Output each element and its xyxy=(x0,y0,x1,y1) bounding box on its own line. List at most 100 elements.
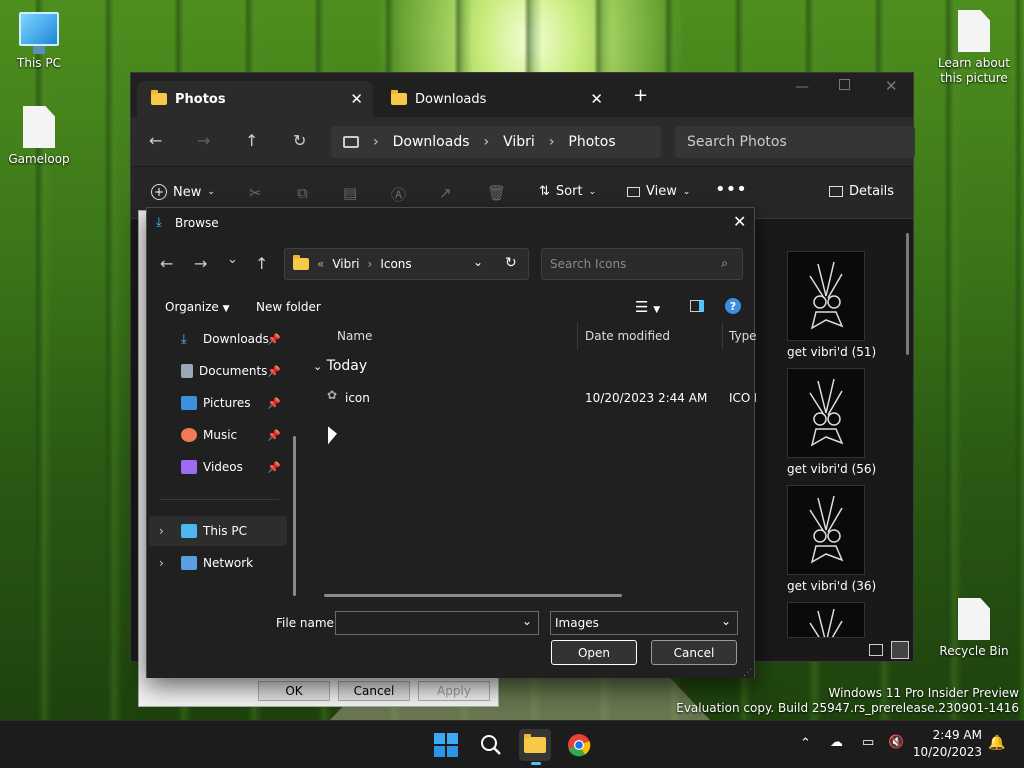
new-button[interactable]: + New ⌄ xyxy=(151,184,215,200)
pin-icon: 📌 xyxy=(267,364,281,378)
tab-downloads[interactable]: Downloads ✕ xyxy=(377,81,613,117)
resize-grip-icon[interactable]: ⋰ xyxy=(743,668,752,678)
start-button[interactable] xyxy=(430,729,462,761)
nav-item-music[interactable]: Music 📌 xyxy=(149,420,287,450)
new-tab-icon[interactable]: + xyxy=(633,85,648,106)
tab-photos[interactable]: Photos ✕ xyxy=(137,81,373,117)
copy-icon[interactable]: ⧉ xyxy=(297,184,308,202)
view-button[interactable]: View ⌄ xyxy=(627,184,690,199)
group-header-today[interactable]: ⌄ Today xyxy=(313,358,367,374)
show-hidden-icons-chevron[interactable]: ⌃ xyxy=(800,736,811,751)
browse-search-input[interactable]: Search Icons ⌕ xyxy=(541,248,743,280)
nav-pane-scrollbar[interactable] xyxy=(293,436,296,596)
nav-item-pictures[interactable]: Pictures 📌 xyxy=(149,388,287,418)
help-icon[interactable]: ? xyxy=(725,298,741,314)
file-type-filter-select[interactable]: Images ⌄ xyxy=(550,611,738,635)
refresh-icon[interactable]: ↻ xyxy=(293,131,306,150)
clock[interactable]: 2:49 AM 10/20/2023 xyxy=(913,727,982,761)
forward-arrow-icon[interactable]: → xyxy=(194,254,207,273)
thumbnail-item[interactable]: get vibri'd (51) xyxy=(787,251,876,359)
organize-button[interactable]: Organize ▼ xyxy=(165,300,230,314)
chevron-down-icon[interactable]: ⌄ xyxy=(522,614,532,628)
rabbit-image-thumbnail[interactable] xyxy=(787,602,865,638)
chevron-right-icon[interactable]: › xyxy=(159,556,164,570)
back-arrow-icon[interactable]: ← xyxy=(160,254,173,273)
onedrive-icon[interactable]: ☁ xyxy=(830,735,843,750)
close-window-icon[interactable]: ✕ xyxy=(885,77,898,95)
column-divider[interactable] xyxy=(577,322,578,350)
back-arrow-icon[interactable]: ← xyxy=(149,131,162,150)
cut-icon[interactable]: ✂ xyxy=(249,184,262,202)
nav-item-network[interactable]: › Network xyxy=(149,548,287,578)
column-header-date[interactable]: Date modified xyxy=(585,329,670,343)
list-view-toggle-icon[interactable] xyxy=(869,644,883,656)
notification-bell-icon[interactable]: 🔔 xyxy=(988,735,1005,751)
breadcrumb[interactable]: › Downloads › Vibri › Photos xyxy=(331,126,661,158)
minimize-icon[interactable]: — xyxy=(795,79,809,95)
ok-button[interactable]: OK xyxy=(258,681,330,701)
column-header-type[interactable]: Type xyxy=(729,329,757,343)
address-part[interactable]: Vibri xyxy=(332,257,359,271)
up-arrow-icon[interactable]: ↑ xyxy=(245,131,258,150)
new-button-label: New xyxy=(173,184,202,200)
nav-item-downloads[interactable]: ⤓ Downloads 📌 xyxy=(149,324,287,354)
desktop-icon-learn-picture[interactable]: Learn about this picture xyxy=(936,10,1012,86)
share-icon[interactable]: ↗ xyxy=(439,184,452,202)
desktop-icon-this-pc[interactable]: This PC xyxy=(1,12,77,70)
thumbnail-view-toggle-icon[interactable] xyxy=(891,641,909,659)
desktop-icon-gameloop[interactable]: Gameloop xyxy=(1,106,77,166)
address-part[interactable]: Icons xyxy=(380,257,411,271)
file-row[interactable]: ✿ icon 10/20/2023 2:44 AM ICO F xyxy=(325,388,756,410)
view-menu-icon[interactable]: ☰ ▼ xyxy=(635,298,660,316)
details-button[interactable]: Details xyxy=(829,184,894,199)
preview-pane-icon[interactable] xyxy=(690,300,704,312)
folder-icon xyxy=(151,90,167,105)
close-tab-icon[interactable]: ✕ xyxy=(350,90,363,108)
recent-locations-chevron-icon[interactable]: ⌄ xyxy=(227,252,238,267)
close-tab-icon[interactable]: ✕ xyxy=(590,90,603,108)
more-options-icon[interactable]: ••• xyxy=(715,179,747,200)
chevron-right-icon[interactable]: › xyxy=(159,524,164,538)
breadcrumb-item[interactable]: Vibri xyxy=(503,134,535,150)
file-explorer-taskbar-button[interactable] xyxy=(519,729,551,765)
apply-button[interactable]: Apply xyxy=(418,681,490,701)
build-watermark: Windows 11 Pro Insider Preview Evaluatio… xyxy=(676,686,1019,716)
close-dialog-icon[interactable]: ✕ xyxy=(733,212,746,231)
cancel-button[interactable]: Cancel xyxy=(338,681,410,701)
explorer-scrollbar[interactable] xyxy=(906,233,909,355)
nav-item-videos[interactable]: Videos 📌 xyxy=(149,452,287,482)
column-header-name[interactable]: Name xyxy=(337,329,372,343)
browse-nav-bar: ← → ⌄ ↑ « Vibri › Icons ⌄ ↻ Search Icons… xyxy=(147,238,754,288)
browse-address-bar[interactable]: « Vibri › Icons ⌄ ↻ xyxy=(284,248,529,280)
breadcrumb-item[interactable]: Downloads xyxy=(393,134,470,150)
nav-item-label: Pictures xyxy=(203,396,251,410)
forward-arrow-icon[interactable]: → xyxy=(197,131,210,150)
maximize-icon[interactable] xyxy=(839,79,850,90)
breadcrumb-item[interactable]: Photos xyxy=(568,134,615,150)
chrome-taskbar-button[interactable] xyxy=(563,729,595,761)
network-status-icon[interactable]: ▭ xyxy=(862,735,874,750)
thumbnail-item[interactable]: get vibri'd (56) xyxy=(787,368,876,476)
new-folder-button[interactable]: New folder xyxy=(256,300,321,314)
desktop-icon-recycle-bin[interactable]: Recycle Bin xyxy=(936,598,1012,658)
open-button[interactable]: Open xyxy=(551,640,637,665)
column-divider[interactable] xyxy=(722,322,723,350)
file-name-input[interactable]: ⌄ xyxy=(335,611,539,635)
volume-muted-icon[interactable]: 🔇 xyxy=(888,735,904,750)
address-dropdown-icon[interactable]: ⌄ xyxy=(473,255,483,269)
nav-item-this-pc[interactable]: › This PC xyxy=(149,516,287,546)
caret-down-icon: ▼ xyxy=(222,304,230,314)
delete-icon[interactable]: 🗑 xyxy=(487,184,506,202)
search-button[interactable] xyxy=(475,729,507,761)
paste-icon[interactable]: ▤ xyxy=(343,184,357,202)
cancel-button[interactable]: Cancel xyxy=(651,640,737,665)
file-list-horizontal-scrollbar[interactable] xyxy=(324,594,622,597)
nav-item-documents[interactable]: Documents 📌 xyxy=(149,356,287,386)
explorer-search-input[interactable]: Search Photos xyxy=(675,126,915,158)
thumbnail-item[interactable]: get vibri'd (36) xyxy=(787,485,876,593)
sort-button[interactable]: ⇅ Sort ⌄ xyxy=(539,184,596,199)
refresh-icon[interactable]: ↻ xyxy=(505,255,517,271)
watermark-line-1: Windows 11 Pro Insider Preview xyxy=(828,686,1019,700)
rename-icon[interactable]: Ⓐ xyxy=(391,184,406,205)
up-arrow-icon[interactable]: ↑ xyxy=(255,254,268,273)
